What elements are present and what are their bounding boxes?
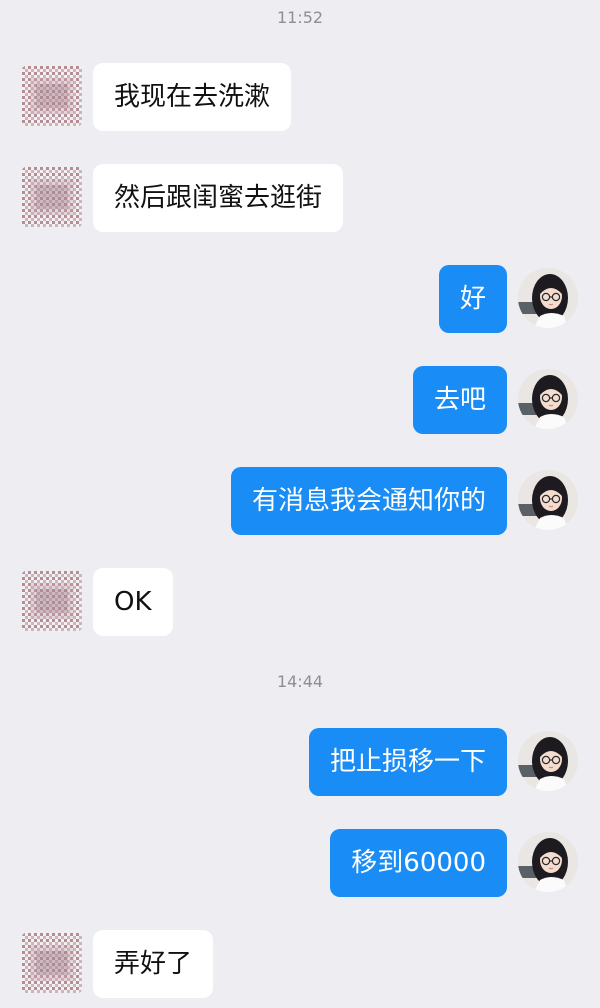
message-bubble[interactable]: 然后跟闺蜜去逛街 <box>93 164 344 232</box>
mosaic-avatar-icon <box>22 167 82 227</box>
anime-girl-avatar-icon <box>518 731 578 791</box>
contact-avatar[interactable] <box>22 66 82 126</box>
message-row-incoming: OK <box>0 568 600 636</box>
message-row-outgoing: 移到60000 <box>0 829 600 897</box>
user-avatar[interactable] <box>518 470 578 530</box>
timestamp: 11:52 <box>276 8 324 27</box>
message-bubble[interactable]: 有消息我会通知你的 <box>230 467 507 535</box>
user-avatar[interactable] <box>518 268 578 328</box>
message-bubble[interactable]: 好 <box>438 265 507 333</box>
anime-girl-avatar-icon <box>518 832 578 892</box>
message-row-incoming: 弄好了 <box>0 930 600 998</box>
user-avatar[interactable] <box>518 369 578 429</box>
anime-girl-avatar-icon <box>518 268 578 328</box>
message-bubble[interactable]: OK <box>93 568 173 636</box>
message-row-incoming: 然后跟闺蜜去逛街 <box>0 164 600 232</box>
mosaic-avatar-icon <box>22 571 82 631</box>
contact-avatar[interactable] <box>22 933 82 993</box>
message-bubble[interactable]: 把止损移一下 <box>308 728 507 796</box>
message-row-outgoing: 把止损移一下 <box>0 728 600 796</box>
timestamp: 14:44 <box>276 672 324 691</box>
message-row-incoming: 我现在去洗漱 <box>0 63 600 131</box>
user-avatar[interactable] <box>518 731 578 791</box>
chat-area[interactable]: 11:52 我现在去洗漱 然后跟闺蜜去逛街 好 去吧 有消息我会通知你的 OK … <box>0 0 600 1008</box>
mosaic-avatar-icon <box>22 66 82 126</box>
message-bubble[interactable]: 我现在去洗漱 <box>93 63 292 131</box>
message-bubble[interactable]: 移到60000 <box>330 829 507 897</box>
anime-girl-avatar-icon <box>518 369 578 429</box>
message-row-outgoing: 去吧 <box>0 366 600 434</box>
mosaic-avatar-icon <box>22 933 82 993</box>
message-row-outgoing: 有消息我会通知你的 <box>0 467 600 535</box>
message-bubble[interactable]: 去吧 <box>412 366 507 434</box>
contact-avatar[interactable] <box>22 167 82 227</box>
user-avatar[interactable] <box>518 832 578 892</box>
anime-girl-avatar-icon <box>518 470 578 530</box>
message-bubble[interactable]: 弄好了 <box>93 930 214 998</box>
message-row-outgoing: 好 <box>0 265 600 333</box>
contact-avatar[interactable] <box>22 571 82 631</box>
